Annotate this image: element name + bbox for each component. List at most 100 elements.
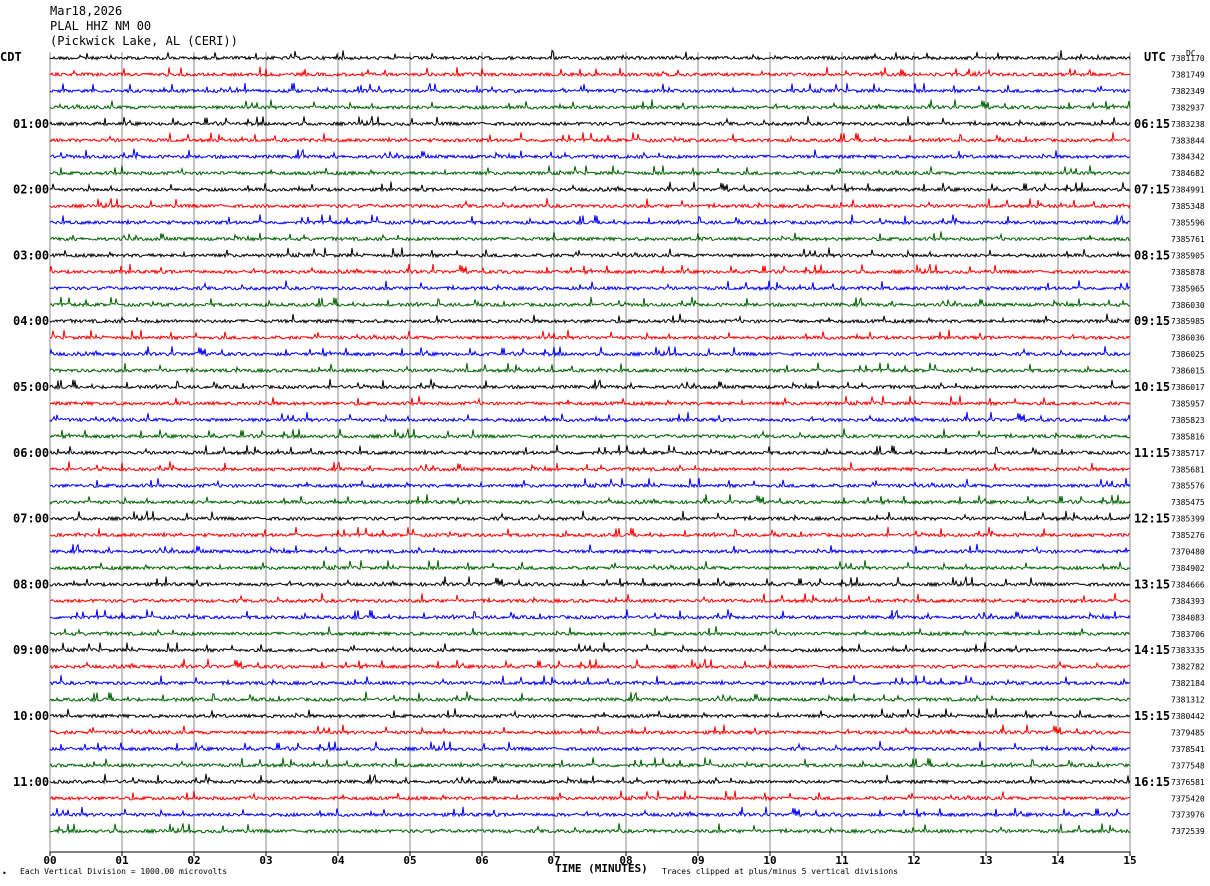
right-hour-label: 15:15	[1134, 709, 1170, 723]
trace-dc-value: 7385878	[1171, 268, 1205, 277]
helicorder-plot: 7381170 7381749 7382349 7382937 7383238 73838…	[13, 49, 1205, 867]
trace-dc-value: 7383238	[1171, 120, 1205, 129]
seismic-trace	[49, 806, 1131, 818]
x-tick-label: 04	[331, 854, 345, 867]
left-hour-label: 03:00	[13, 248, 49, 262]
x-tick-label: 10	[763, 854, 776, 867]
seismic-trace	[49, 576, 1131, 588]
trace-dc-value: 7384902	[1171, 564, 1205, 573]
trace-dc-value: 7372539	[1171, 827, 1205, 836]
trace-dc-value: 7385985	[1171, 317, 1205, 326]
trace-dc-value: 7386017	[1171, 383, 1205, 392]
trace-dc-value: 7385823	[1171, 416, 1205, 425]
left-hour-label: 05:00	[13, 380, 49, 394]
left-hour-label: 07:00	[13, 512, 49, 526]
trace-dc-value: 7385276	[1171, 531, 1205, 540]
seismic-trace	[49, 214, 1131, 226]
trace-dc-value: 7385816	[1171, 432, 1205, 441]
seismic-trace	[50, 609, 1131, 621]
x-tick-label: 13	[979, 854, 992, 867]
right-hour-label: 13:15	[1134, 577, 1170, 591]
right-hour-label: 14:15	[1134, 643, 1170, 657]
seismic-trace	[49, 461, 1131, 473]
x-tick-label: 11	[835, 854, 849, 867]
trace-dc-value: 7385348	[1171, 202, 1205, 211]
x-tick-label: 15	[1123, 854, 1136, 867]
trace-dc-value: 7386030	[1171, 301, 1205, 310]
trace-dc-value: 7384393	[1171, 597, 1205, 606]
seismic-trace	[49, 378, 1130, 391]
seismic-trace	[49, 757, 1131, 769]
trace-dc-value: 7379485	[1171, 728, 1205, 737]
left-hour-label: 11:00	[13, 775, 49, 789]
trace-dc-value: 7384342	[1171, 153, 1205, 162]
seismic-trace	[49, 428, 1131, 440]
right-hour-label: 07:15	[1134, 183, 1170, 197]
seismic-trace	[50, 510, 1131, 522]
trace-dc-value: 7386025	[1171, 350, 1205, 359]
seismic-trace	[50, 231, 1131, 243]
seismic-trace	[49, 444, 1131, 456]
left-hour-label: 08:00	[13, 577, 49, 591]
trace-dc-value: 7380442	[1171, 712, 1205, 721]
trace-dc-value: 7385596	[1171, 219, 1205, 228]
seismic-trace	[49, 247, 1131, 259]
seismic-trace	[49, 346, 1131, 358]
x-axis-title: TIME (MINUTES)	[555, 862, 648, 875]
seismic-trace	[49, 658, 1131, 671]
seismic-trace	[49, 66, 1131, 78]
seismic-trace	[49, 592, 1131, 604]
trace-dc-value: 7386015	[1171, 367, 1205, 376]
trace-dc-value: 7373976	[1171, 811, 1205, 820]
right-hour-label: 12:15	[1134, 512, 1170, 526]
seismic-trace	[49, 313, 1131, 325]
left-hour-label: 09:00	[13, 643, 49, 657]
seismic-trace	[49, 708, 1131, 720]
clip-note: Traces clipped at plus/minus 5 vertical …	[662, 867, 899, 876]
seismic-trace	[49, 740, 1131, 753]
x-tick-label: 00	[43, 854, 56, 867]
trace-dc-value: 7378541	[1171, 745, 1205, 754]
seismic-trace	[49, 362, 1131, 374]
seismic-trace	[49, 543, 1131, 555]
right-hour-label: 08:15	[1134, 248, 1170, 262]
seismic-trace	[49, 296, 1131, 308]
scale-note: Each Vertical Division = 1000.00 microvo…	[20, 867, 228, 876]
seismic-trace	[49, 132, 1131, 144]
seismic-trace	[49, 675, 1131, 687]
trace-dc-value: 7385475	[1171, 498, 1205, 507]
trace-dc-value: 7370480	[1171, 548, 1205, 557]
x-tick-label: 01	[115, 854, 129, 867]
trace-dc-value: 7382349	[1171, 87, 1205, 96]
left-hour-label: 04:00	[13, 314, 49, 328]
trace-dc-value: 7384682	[1171, 169, 1205, 178]
trace-dc-value: 7383706	[1171, 630, 1205, 639]
trace-dc-value: 7382937	[1171, 103, 1205, 112]
trace-dc-value: 7376581	[1171, 778, 1205, 787]
seismic-trace	[49, 642, 1131, 654]
left-hour-label: 06:00	[13, 446, 49, 460]
seismic-trace	[49, 790, 1131, 802]
right-hour-label: 11:15	[1134, 446, 1170, 460]
trace-dc-value: 7386036	[1171, 334, 1205, 343]
left-hour-label: 02:00	[13, 183, 49, 197]
x-tick-label: 06	[475, 854, 489, 867]
left-hour-label: 01:00	[13, 117, 49, 131]
seismic-trace	[49, 773, 1131, 786]
seismic-trace	[49, 198, 1131, 210]
seismic-trace	[49, 494, 1131, 506]
seismic-trace	[49, 411, 1131, 424]
seismic-trace	[49, 82, 1131, 95]
right-hour-label: 09:15	[1134, 314, 1170, 328]
trace-dc-value: 7385717	[1171, 449, 1205, 458]
trace-dc-value: 7385957	[1171, 399, 1205, 408]
seismic-trace	[50, 560, 1131, 572]
seismic-trace	[49, 165, 1131, 177]
trace-dc-value: 7383844	[1171, 136, 1205, 145]
seismic-trace	[49, 527, 1131, 539]
trace-dc-value: 7375420	[1171, 794, 1205, 803]
right-hour-label: 06:15	[1134, 117, 1170, 131]
trace-dc-value: 7384666	[1171, 580, 1205, 589]
trace-dc-value: 7385576	[1171, 482, 1205, 491]
seismic-trace	[49, 115, 1131, 128]
